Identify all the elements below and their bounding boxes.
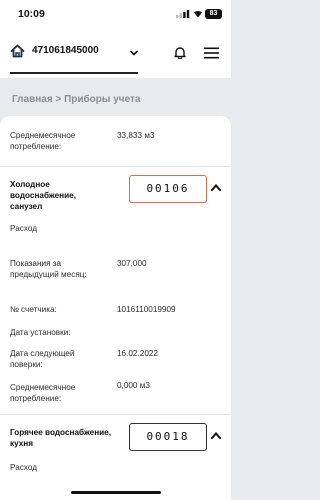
- meter-reading-input-cold[interactable]: 00106: [129, 175, 207, 203]
- meter-reading-input-hot[interactable]: 00018: [129, 423, 207, 451]
- next-check-label: Дата следующей поверки:: [10, 349, 75, 369]
- next-check-value: 16.02.2022: [117, 349, 158, 358]
- breadcrumb[interactable]: Главная > Приборы учета: [12, 94, 140, 105]
- expense-label-hot: Расход: [10, 463, 37, 472]
- avg-consumption-value-cold: 0,000 м3: [117, 381, 150, 390]
- status-bar: 10:09 83: [0, 0, 231, 28]
- meter-title-cold: Холодное водоснабжение, санузел: [10, 180, 76, 211]
- hamburger-icon[interactable]: [204, 47, 219, 59]
- meter-title-hot: Горячее водоснабжение, кухня: [10, 428, 112, 448]
- signal-icon: [176, 10, 190, 18]
- prev-reading-value: 307,000: [117, 259, 147, 268]
- account-number[interactable]: 471061845000: [32, 45, 99, 56]
- divider: [0, 414, 231, 415]
- avg-consumption-value: 33,833 м3: [117, 131, 155, 140]
- divider: [0, 166, 231, 167]
- meter-number-label: № счетчика:: [10, 305, 57, 314]
- bell-icon[interactable]: [174, 46, 186, 59]
- status-time: 10:09: [18, 8, 45, 20]
- prev-reading-label: Показания за предыдущий месяц:: [10, 259, 87, 279]
- avg-consumption-label-cold: Среднемесячное потребление:: [10, 383, 76, 403]
- home-icon[interactable]: [10, 44, 25, 58]
- meter-number-value: 1016110019909: [117, 305, 176, 314]
- home-indicator[interactable]: [71, 491, 161, 494]
- account-select-underline: [10, 72, 138, 74]
- chevron-down-icon[interactable]: [130, 50, 138, 56]
- meters-card: Среднемесячное потребление: 33,833 м3 Хо…: [0, 116, 231, 500]
- expense-label-cold: Расход: [10, 224, 37, 233]
- app-header: 471061845000: [0, 28, 231, 78]
- chevron-up-icon[interactable]: [211, 432, 221, 439]
- wifi-icon: [194, 10, 202, 18]
- install-date-label: Дата установки:: [10, 328, 71, 337]
- battery-icon: 83: [205, 9, 222, 19]
- avg-consumption-label: Среднемесячное потребление:: [10, 131, 76, 151]
- chevron-up-icon[interactable]: [211, 184, 221, 191]
